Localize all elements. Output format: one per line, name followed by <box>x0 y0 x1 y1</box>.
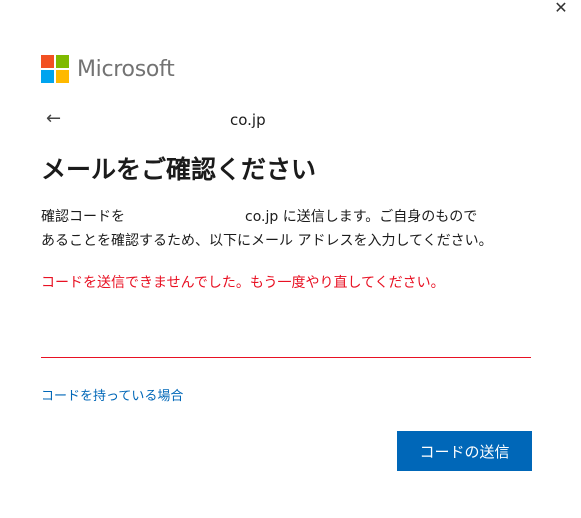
description-line2: あることを確認するため、以下にメール アドレスを入力してください。 <box>41 233 493 249</box>
close-icon[interactable]: ✕ <box>549 0 573 18</box>
logo-square-yellow <box>56 70 69 83</box>
identity-email: co.jp <box>230 111 266 129</box>
send-code-button[interactable]: コードの送信 <box>397 431 532 471</box>
email-input[interactable] <box>41 325 531 358</box>
dialog-window: ✕ Microsoft ← co.jp メールをご確認ください 確認コードを co… <box>0 0 581 518</box>
error-message: コードを送信できませんでした。もう一度やり直してください。 <box>41 275 445 291</box>
have-code-link[interactable]: コードを持っている場合 <box>41 385 183 404</box>
description-part2: co.jp に送信します。ご自身のもので <box>245 209 478 225</box>
microsoft-logo-icon <box>41 55 69 83</box>
logo-square-red <box>41 55 54 68</box>
description-part1: 確認コードを <box>41 209 125 225</box>
back-arrow-icon[interactable]: ← <box>46 108 61 129</box>
logo-square-blue <box>41 70 54 83</box>
logo-text: Microsoft <box>77 56 175 82</box>
microsoft-logo: Microsoft <box>41 55 175 83</box>
page-title: メールをご確認ください <box>41 155 317 184</box>
identity-banner: ← co.jp <box>46 108 546 132</box>
logo-square-green <box>56 55 69 68</box>
description-text: 確認コードを co.jp に送信します。ご自身のもので あることを確認するため、以… <box>41 205 541 253</box>
